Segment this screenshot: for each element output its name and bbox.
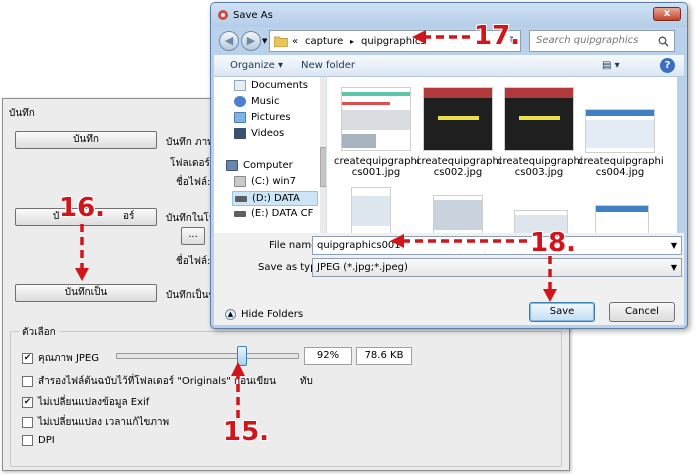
arrow-17-head bbox=[412, 30, 426, 44]
arrow-15-head bbox=[231, 362, 245, 376]
annotation-arrows bbox=[75, 30, 557, 418]
arrow-18-head bbox=[390, 234, 404, 248]
annotation-lines bbox=[80, 35, 552, 418]
annotation-17: 17. bbox=[474, 21, 521, 51]
annotation-18: 18. bbox=[530, 228, 577, 258]
annotation-arrowheads bbox=[75, 30, 557, 376]
annotation-15: 15. bbox=[223, 417, 270, 447]
arrow-16-head bbox=[75, 268, 89, 281]
annotation-16: 16. bbox=[59, 193, 106, 223]
arrow-18-down-head bbox=[543, 289, 557, 302]
